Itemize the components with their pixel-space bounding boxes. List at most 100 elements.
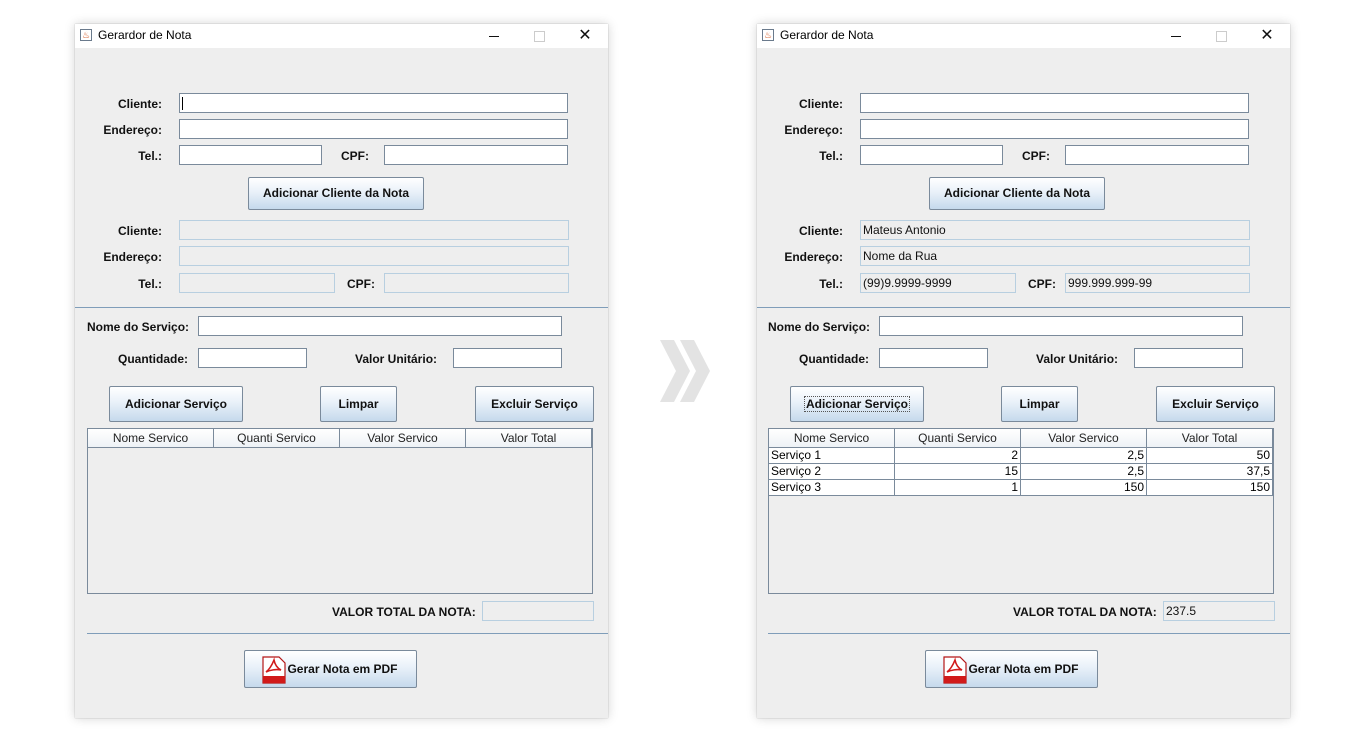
quantidade-input[interactable] [198, 348, 307, 368]
column-header-valor[interactable]: Valor Servico [1021, 429, 1147, 448]
endereco-display: Nome da Rua [860, 246, 1250, 266]
cell-nome: Serviço 1 [769, 448, 895, 464]
adicionar-cliente-button[interactable]: Adicionar Cliente da Nota [929, 177, 1105, 210]
window-title: Gerardor de Nota [780, 28, 874, 42]
gerar-pdf-button[interactable]: Gerar Nota em PDF [244, 650, 417, 688]
tel-display-label: Tel.: [138, 277, 162, 291]
cell-valor: 2,5 [1021, 464, 1147, 480]
maximize-icon [1215, 31, 1227, 43]
servicos-table[interactable]: Nome Servico Quanti Servico Valor Servic… [768, 428, 1274, 594]
maximize-button[interactable] [516, 24, 562, 48]
cpf-display: 999.999.999-99 [1065, 273, 1250, 293]
java-app-icon: ♨ [80, 29, 92, 41]
window-before: ♨ Gerardor de Nota ✕ Cliente: Endereço: … [75, 24, 608, 718]
cpf-input[interactable] [1065, 145, 1249, 165]
adicionar-cliente-button[interactable]: Adicionar Cliente da Nota [248, 177, 424, 210]
cell-quantidade: 2 [895, 448, 1021, 464]
tel-display [179, 273, 335, 293]
valor-total-display [482, 601, 594, 621]
title-bar: ♨ Gerardor de Nota ✕ [75, 24, 608, 48]
cell-valor: 150 [1021, 480, 1147, 496]
table-header: Nome Servico Quanti Servico Valor Servic… [88, 429, 592, 448]
nome-servico-label: Nome do Serviço: [87, 320, 190, 334]
maximize-button[interactable] [1198, 24, 1244, 48]
cell-quantidade: 1 [895, 480, 1021, 496]
tel-input[interactable] [179, 145, 322, 165]
java-app-icon: ♨ [762, 29, 774, 41]
column-header-quantidade[interactable]: Quanti Servico [895, 429, 1021, 448]
table-header: Nome Servico Quanti Servico Valor Servic… [769, 429, 1273, 448]
cell-nome: Serviço 2 [769, 464, 895, 480]
pdf-icon [943, 656, 967, 684]
nome-servico-input[interactable] [198, 316, 562, 336]
servicos-table[interactable]: Nome Servico Quanti Servico Valor Servic… [87, 428, 593, 594]
excluir-servico-button[interactable]: Excluir Serviço [475, 386, 594, 422]
column-header-nome[interactable]: Nome Servico [88, 429, 214, 448]
adicionar-servico-label: Adicionar Serviço [803, 396, 911, 412]
gerar-pdf-label: Gerar Nota em PDF [968, 662, 1079, 676]
cliente-display-label: Cliente: [117, 224, 162, 238]
cliente-display [179, 220, 569, 240]
nome-servico-input[interactable] [879, 316, 1243, 336]
valor-total-label: VALOR TOTAL DA NOTA: [332, 605, 476, 619]
text-caret [182, 97, 183, 110]
minimize-button[interactable] [1153, 24, 1199, 48]
close-button[interactable]: ✕ [562, 24, 608, 48]
transition-chevron-icon [660, 340, 710, 402]
quantidade-input[interactable] [879, 348, 988, 368]
cell-nome: Serviço 3 [769, 480, 895, 496]
column-header-quantidade[interactable]: Quanti Servico [214, 429, 340, 448]
cpf-display [384, 273, 569, 293]
valor-unitario-input[interactable] [453, 348, 562, 368]
tel-label: Tel.: [819, 149, 843, 163]
tel-display-label: Tel.: [819, 277, 843, 291]
valor-unitario-label: Valor Unitário: [355, 352, 438, 366]
table-row[interactable]: Serviço 2 15 2,5 37,5 [769, 464, 1273, 480]
adicionar-servico-button[interactable]: Adicionar Serviço [790, 386, 924, 422]
table-row[interactable]: Serviço 1 2 2,5 50 [769, 448, 1273, 464]
excluir-servico-button[interactable]: Excluir Serviço [1156, 386, 1275, 422]
section-separator [75, 307, 608, 308]
endereco-label: Endereço: [103, 123, 162, 137]
gerar-pdf-button[interactable]: Gerar Nota em PDF [925, 650, 1098, 688]
column-header-total[interactable]: Valor Total [1147, 429, 1273, 448]
valor-unitario-label: Valor Unitário: [1036, 352, 1119, 366]
cpf-input[interactable] [384, 145, 568, 165]
close-button[interactable]: ✕ [1244, 24, 1290, 48]
table-row[interactable]: Serviço 3 1 150 150 [769, 480, 1273, 496]
minimize-icon [1171, 36, 1181, 38]
cliente-input[interactable] [179, 93, 568, 113]
adicionar-servico-button[interactable]: Adicionar Serviço [109, 386, 243, 422]
minimize-button[interactable] [471, 24, 517, 48]
title-bar: ♨ Gerardor de Nota ✕ [757, 24, 1290, 48]
column-header-valor[interactable]: Valor Servico [340, 429, 466, 448]
tel-input[interactable] [860, 145, 1003, 165]
tel-display: (99)9.9999-9999 [860, 273, 1016, 293]
close-icon: ✕ [1260, 27, 1274, 44]
column-header-total[interactable]: Valor Total [466, 429, 592, 448]
cpf-label: CPF: [1022, 149, 1050, 163]
column-header-nome[interactable]: Nome Servico [769, 429, 895, 448]
cell-total: 150 [1147, 480, 1273, 496]
endereco-display [179, 246, 569, 266]
gerar-pdf-label: Gerar Nota em PDF [287, 662, 398, 676]
cliente-display: Mateus Antonio [860, 220, 1250, 240]
section-separator [757, 307, 1290, 308]
maximize-icon [533, 31, 545, 43]
cliente-input[interactable] [860, 93, 1249, 113]
limpar-button[interactable]: Limpar [1001, 386, 1078, 422]
cliente-display-label: Cliente: [798, 224, 843, 238]
footer-separator [87, 633, 608, 634]
valor-unitario-input[interactable] [1134, 348, 1243, 368]
quantidade-label: Quantidade: [118, 352, 189, 366]
cliente-label: Cliente: [798, 97, 843, 111]
limpar-button[interactable]: Limpar [320, 386, 397, 422]
endereco-input[interactable] [860, 119, 1249, 139]
cell-total: 37,5 [1147, 464, 1273, 480]
endereco-label: Endereço: [784, 123, 843, 137]
cpf-label: CPF: [341, 149, 369, 163]
endereco-display-label: Endereço: [784, 250, 843, 264]
cliente-label: Cliente: [117, 97, 162, 111]
endereco-input[interactable] [179, 119, 568, 139]
valor-total-display: 237.5 [1163, 601, 1275, 621]
